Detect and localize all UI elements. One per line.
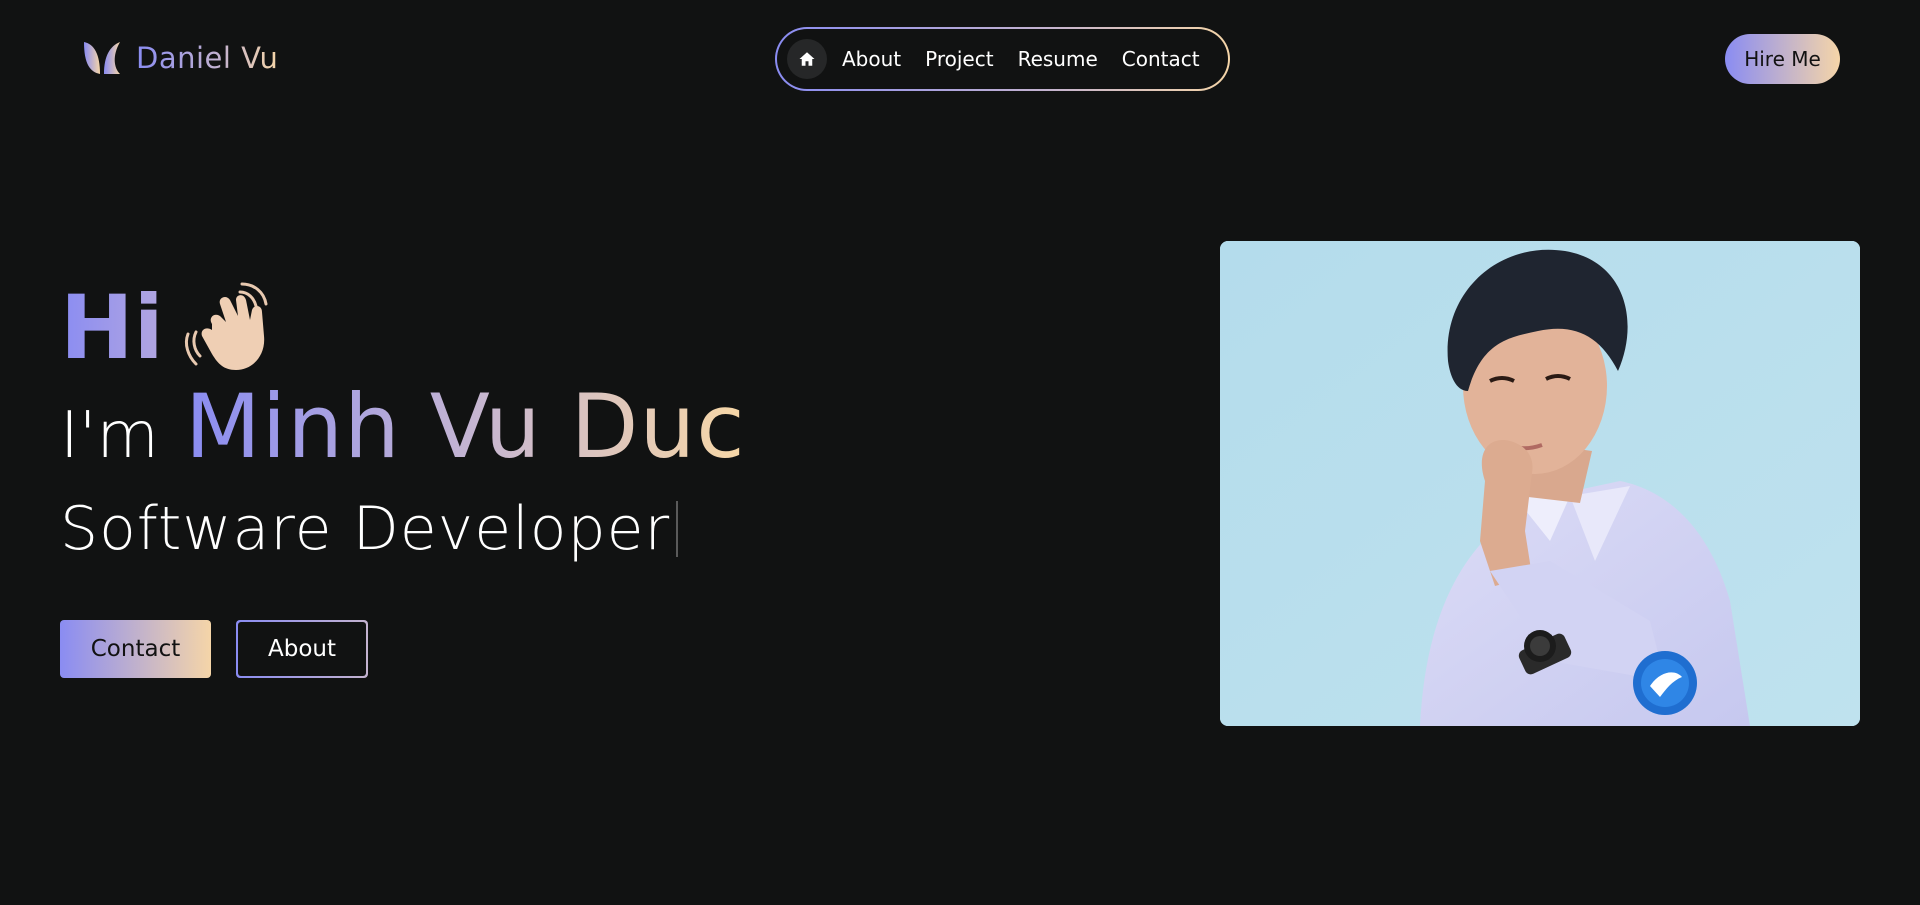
- home-icon: [799, 52, 815, 66]
- brand-name: Daniel Vu: [136, 41, 279, 75]
- nav-link-project[interactable]: Project: [925, 47, 993, 71]
- nav-inner: About Project Resume Contact: [777, 29, 1228, 89]
- typing-cursor: [676, 501, 679, 557]
- contact-button[interactable]: Contact: [60, 620, 211, 678]
- brand[interactable]: Daniel Vu: [82, 40, 278, 76]
- nav-link-resume[interactable]: Resume: [1018, 47, 1098, 71]
- nav-link-about[interactable]: About: [842, 47, 901, 71]
- portrait-illustration: [1220, 241, 1860, 726]
- greeting-text: Hi: [60, 276, 164, 379]
- page: Daniel Vu About Project Resume Contact H…: [0, 0, 1920, 905]
- full-name: Minh Vu Duc: [184, 375, 746, 478]
- waving-hand-icon: [184, 282, 268, 370]
- butterfly-logo-icon: [84, 42, 120, 74]
- home-button[interactable]: [787, 39, 827, 79]
- profile-photo: [1220, 241, 1860, 726]
- nav-link-contact[interactable]: Contact: [1122, 47, 1200, 71]
- role-text: Software Developer: [60, 494, 671, 564]
- hire-me-button[interactable]: Hire Me: [1725, 34, 1840, 84]
- role-row: Software Developer: [60, 494, 679, 564]
- intro-text: I'm: [60, 399, 159, 473]
- main-nav: About Project Resume Contact: [775, 27, 1230, 91]
- intro-row: I'm Minh Vu Duc: [60, 375, 746, 478]
- about-button-label: About: [238, 622, 366, 676]
- greeting-row: Hi: [60, 280, 278, 376]
- about-button[interactable]: About: [236, 620, 368, 678]
